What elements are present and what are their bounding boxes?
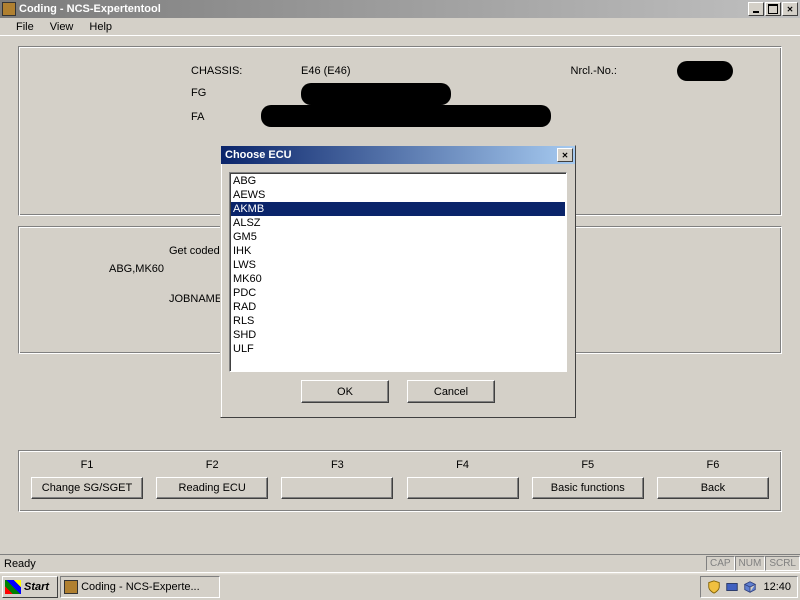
device-icon[interactable]	[725, 580, 739, 594]
back-button[interactable]: Back	[657, 477, 769, 499]
app-icon	[2, 2, 16, 16]
ecu-list-item[interactable]: IHK	[231, 244, 565, 258]
ecu-list-item[interactable]: AKMB	[231, 202, 565, 216]
chassis-value: E46 (E46)	[301, 65, 351, 81]
windows-logo-icon	[5, 580, 21, 594]
ecu-list-item[interactable]: GM5	[231, 230, 565, 244]
maximize-button[interactable]	[765, 2, 781, 16]
fg-value-redacted	[301, 83, 451, 105]
ecu-list-item[interactable]: ULF	[231, 342, 565, 356]
menu-file[interactable]: File	[8, 20, 42, 34]
close-button[interactable]	[782, 2, 798, 16]
fa-value-redacted	[261, 105, 551, 127]
chassis-label: CHASSIS:	[191, 65, 301, 81]
clock[interactable]: 12:40	[763, 581, 791, 593]
cancel-button[interactable]: Cancel	[407, 380, 495, 403]
reading-ecu-button[interactable]: Reading ECU	[156, 477, 268, 499]
choose-ecu-dialog: Choose ECU ABGAEWSAKMBALSZGM5IHKLWSMK60P…	[220, 145, 576, 418]
f1-label: F1	[31, 459, 143, 471]
window-title: Coding - NCS-Expertentool	[19, 3, 748, 15]
dialog-title-bar: Choose ECU	[221, 146, 575, 164]
minimize-button[interactable]	[748, 2, 764, 16]
menu-view[interactable]: View	[42, 20, 82, 34]
status-num: NUM	[735, 556, 766, 571]
ecu-list-item[interactable]: MK60	[231, 272, 565, 286]
start-button[interactable]: Start	[2, 576, 58, 598]
ecu-list-item[interactable]: AEWS	[231, 188, 565, 202]
f6-label: F6	[657, 459, 769, 471]
taskbar: Start Coding - NCS-Experte... 12:40	[0, 572, 800, 600]
status-ready: Ready	[4, 558, 36, 570]
nrcl-label: Nrcl.-No.:	[571, 65, 617, 81]
menu-bar: File View Help	[0, 18, 800, 36]
ecu-list-item[interactable]: RLS	[231, 314, 565, 328]
status-cap: CAP	[706, 556, 735, 571]
basic-functions-button[interactable]: Basic functions	[532, 477, 644, 499]
f3-label: F3	[281, 459, 393, 471]
cube-icon[interactable]	[743, 580, 757, 594]
status-bar: Ready CAP NUM SCRL	[0, 554, 800, 572]
f3-button[interactable]	[281, 477, 393, 499]
nrcl-value-redacted	[677, 61, 733, 81]
title-bar: Coding - NCS-Expertentool	[0, 0, 800, 18]
fg-label: FG	[191, 87, 301, 105]
taskbar-app-button[interactable]: Coding - NCS-Experte...	[60, 576, 220, 598]
ecu-list-item[interactable]: LWS	[231, 258, 565, 272]
ecu-list-item[interactable]: PDC	[231, 286, 565, 300]
shield-icon[interactable]	[707, 580, 721, 594]
function-key-row: F1 Change SG/SGET F2 Reading ECU F3 F4 F…	[18, 450, 782, 512]
taskbar-app-title: Coding - NCS-Experte...	[81, 581, 200, 593]
f4-label: F4	[407, 459, 519, 471]
system-tray: 12:40	[700, 576, 798, 598]
ecu-list-item[interactable]: ABG	[231, 174, 565, 188]
start-label: Start	[24, 581, 49, 593]
f2-label: F2	[156, 459, 268, 471]
ecu-list-item[interactable]: ALSZ	[231, 216, 565, 230]
coded-modules-list: ABG,MK60	[109, 263, 164, 275]
ecu-listbox[interactable]: ABGAEWSAKMBALSZGM5IHKLWSMK60PDCRADRLSSHD…	[229, 172, 567, 372]
dialog-close-button[interactable]	[557, 148, 573, 162]
dialog-title: Choose ECU	[225, 149, 557, 161]
ok-button[interactable]: OK	[301, 380, 389, 403]
ecu-list-item[interactable]: RAD	[231, 300, 565, 314]
app-icon	[64, 580, 78, 594]
f5-label: F5	[532, 459, 644, 471]
jobname-label: JOBNAME	[169, 293, 222, 305]
get-coded-label: Get coded:	[169, 245, 223, 257]
f4-button[interactable]	[407, 477, 519, 499]
menu-help[interactable]: Help	[81, 20, 120, 34]
ecu-list-item[interactable]: SHD	[231, 328, 565, 342]
change-sg-sget-button[interactable]: Change SG/SGET	[31, 477, 143, 499]
status-scrl: SCRL	[765, 556, 800, 571]
